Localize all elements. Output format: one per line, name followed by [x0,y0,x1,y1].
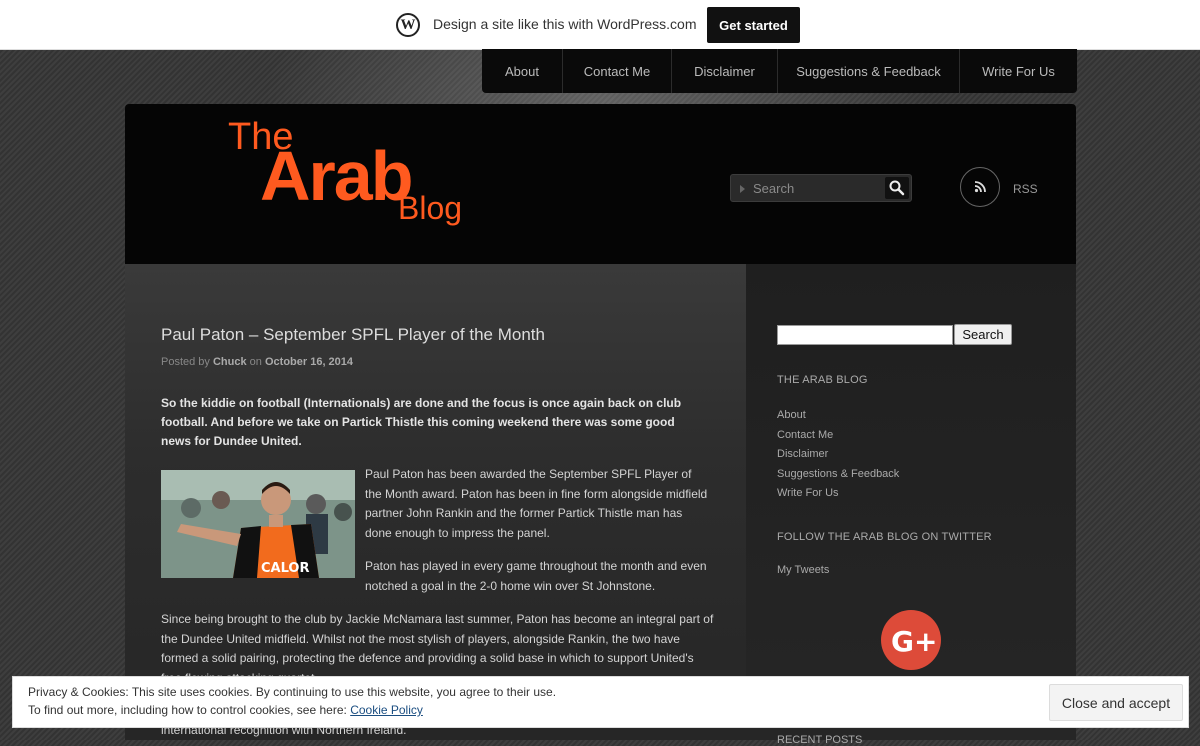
post-title[interactable]: Paul Paton – September SPFL Player of th… [161,325,545,345]
sidebar-search-input[interactable] [777,325,953,345]
site-logo[interactable]: The Arab Blog [125,104,525,264]
nav-item-about[interactable]: About [482,49,563,93]
magnifier-icon [889,180,905,196]
nav-item-write-for-us[interactable]: Write For Us [960,49,1077,93]
meta-on: on [249,356,262,368]
header-search-button[interactable] [885,177,909,199]
date-link[interactable]: October 16, 2014 [265,356,353,368]
google-plus-icon: G+ [891,625,937,658]
sidebar-link-contact-me[interactable]: Contact Me [777,426,899,446]
meta-prefix: Posted by [161,356,210,368]
sidebar-link-about[interactable]: About [777,406,899,426]
rss-icon [974,181,986,193]
caret-right-icon [740,185,745,193]
widget-title-twitter: FOLLOW THE ARAB BLOG ON TWITTER [777,531,992,543]
header-search-input[interactable] [753,179,881,197]
post-image[interactable]: CALOR [161,470,355,578]
header-search [730,174,912,202]
cookie-more-prefix: To find out more, including how to contr… [28,703,351,717]
player-photo-illustration: CALOR [161,470,355,578]
close-and-accept-button[interactable]: Close and accept [1049,684,1183,721]
google-plus-label: G+ [891,625,937,658]
sidebar-link-write-for-us[interactable]: Write For Us [777,484,899,504]
cookie-text-more: To find out more, including how to contr… [28,703,423,717]
main-content: Paul Paton – September SPFL Player of th… [125,264,746,740]
rss-button[interactable] [960,167,1000,207]
cookie-policy-link[interactable]: Cookie Policy [350,703,423,717]
wordpress-promo-bar: W Design a site like this with WordPress… [0,0,1200,50]
sidebar-search-button[interactable]: Search [954,324,1012,345]
author-link[interactable]: Chuck [213,356,247,368]
cookie-text: Privacy & Cookies: This site uses cookie… [28,685,557,699]
nav-item-contact-me[interactable]: Contact Me [563,49,672,93]
my-tweets-link[interactable]: My Tweets [777,564,829,576]
site-header: The Arab Blog RSS [125,104,1076,264]
nav-item-suggestions-feedback[interactable]: Suggestions & Feedback [778,49,960,93]
logo-text-blog: Blog [398,190,463,226]
wordpress-logo-icon[interactable]: W [396,13,420,37]
top-navigation: About Contact Me Disclaimer Suggestions … [482,49,1077,93]
wordpress-promo-text[interactable]: Design a site like this with WordPress.c… [433,16,697,32]
sidebar: Search THE ARAB BLOG About Contact Me Di… [746,264,1076,746]
post-paragraph-2: Paton has played in every game throughou… [365,559,707,593]
post-intro: So the kiddie on football (International… [161,396,682,448]
cookie-banner: Privacy & Cookies: This site uses cookie… [12,676,1189,728]
get-started-button[interactable]: Get started [707,7,800,43]
post-meta: Posted by Chuck on October 16, 2014 [161,356,353,368]
google-plus-button[interactable]: G+ [881,610,941,670]
nav-item-disclaimer[interactable]: Disclaimer [672,49,778,93]
shirt-sponsor-text: CALOR [261,561,309,576]
sidebar-links: About Contact Me Disclaimer Suggestions … [777,406,899,504]
sidebar-link-suggestions-feedback[interactable]: Suggestions & Feedback [777,465,899,485]
logo-text-arab: Arab [260,137,413,215]
post-paragraph-1: Paul Paton has been awarded the Septembe… [365,467,708,540]
widget-title-recent-posts: RECENT POSTS [777,734,863,746]
sidebar-link-disclaimer[interactable]: Disclaimer [777,445,899,465]
rss-link[interactable]: RSS [1013,182,1038,196]
widget-title-the-arab-blog: THE ARAB BLOG [777,374,868,386]
